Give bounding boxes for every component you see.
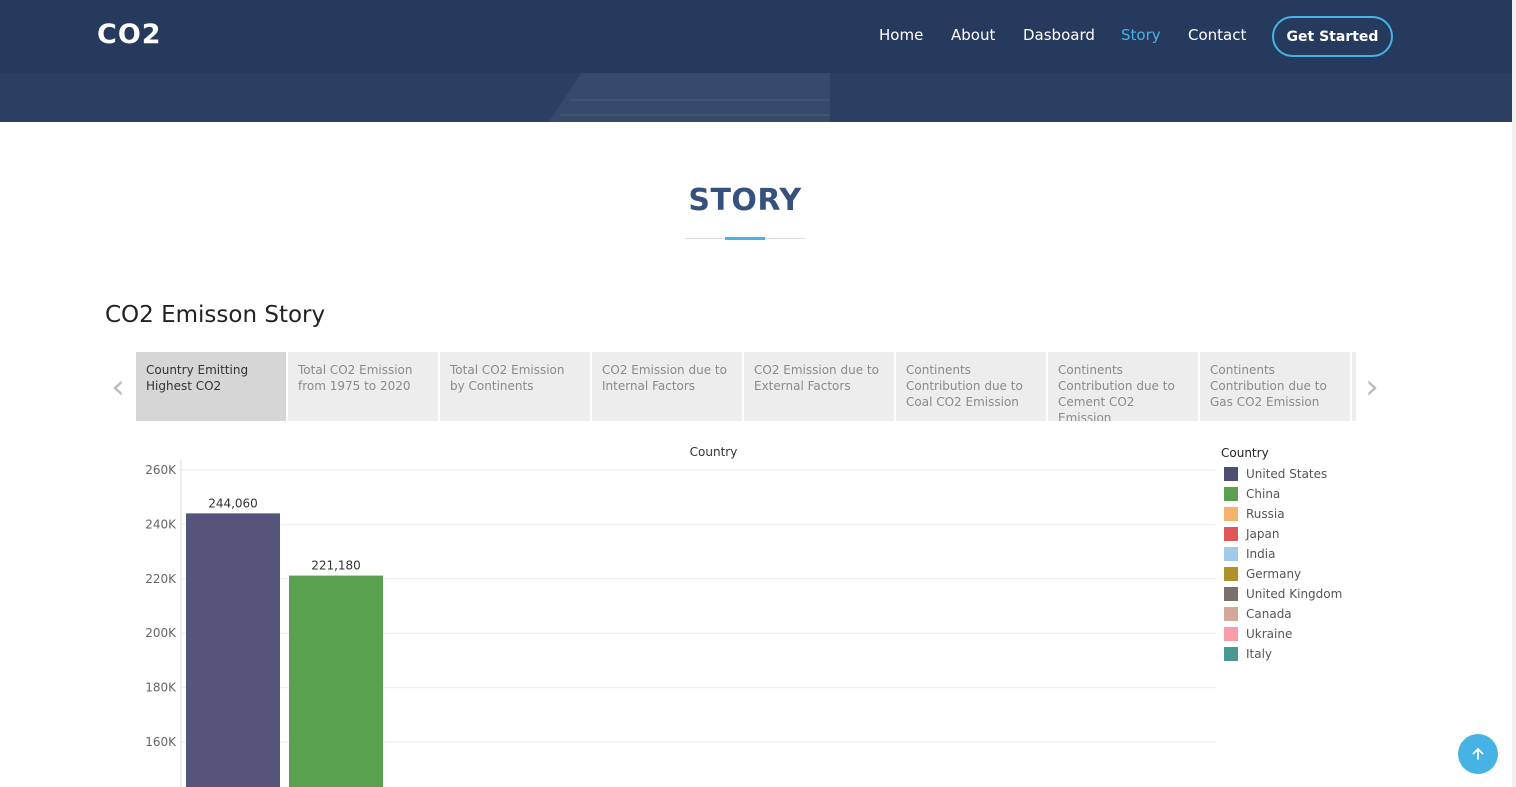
legend-swatch xyxy=(1224,547,1238,561)
story-tab[interactable]: CO2 Emission due to External Factors xyxy=(744,352,894,421)
legend-swatch xyxy=(1224,527,1238,541)
legend-item[interactable]: United States xyxy=(1221,464,1342,484)
legend-swatch xyxy=(1224,507,1238,521)
get-started-button[interactable]: Get Started xyxy=(1272,16,1393,57)
hero-header: CO2 Home About Dasboard Story Contact Ge… xyxy=(0,0,1516,122)
legend-swatch xyxy=(1224,487,1238,501)
y-tick-label: 160K xyxy=(145,735,177,749)
nav-story[interactable]: Story xyxy=(1121,26,1161,44)
legend-swatch xyxy=(1224,567,1238,581)
legend-item[interactable]: India xyxy=(1221,544,1342,564)
legend-label: Ukraine xyxy=(1246,627,1293,641)
legend-label: Canada xyxy=(1246,607,1292,621)
legend-item[interactable]: China xyxy=(1221,484,1342,504)
story-heading: CO2 Emisson Story xyxy=(105,302,326,328)
legend-swatch xyxy=(1224,607,1238,621)
chevron-left-icon[interactable]: ‹ xyxy=(108,370,128,404)
chart-title: Country xyxy=(690,445,738,459)
nav-contact[interactable]: Contact xyxy=(1188,26,1246,44)
legend-label: Italy xyxy=(1246,647,1273,661)
story-tab[interactable]: Total CO2 Emission by Continents xyxy=(440,352,590,421)
legend-label: United States xyxy=(1246,467,1328,481)
nav-home[interactable]: Home xyxy=(879,26,923,44)
story-tab[interactable]: Continents Contribution due to Cement CO… xyxy=(1048,352,1198,421)
section-title: STORY xyxy=(688,183,802,218)
bar-united-states xyxy=(186,513,280,787)
legend-item[interactable]: Japan xyxy=(1221,524,1342,544)
scroll-top-button[interactable] xyxy=(1458,734,1498,774)
story-tab[interactable]: Continents Contribution due to Gas CO2 E… xyxy=(1200,352,1350,421)
legend-item[interactable]: United Kingdom xyxy=(1221,584,1342,604)
legend-swatch xyxy=(1224,467,1238,481)
data-label: 244,060 xyxy=(208,496,258,510)
bar-china xyxy=(289,575,383,787)
story-tab[interactable]: Country Emitting Highest CO2 xyxy=(136,352,286,421)
legend-swatch xyxy=(1224,647,1238,661)
legend-title: Country xyxy=(1221,446,1269,460)
legend-label: Russia xyxy=(1246,507,1285,521)
legend-item[interactable]: Canada xyxy=(1221,604,1342,624)
chart-legend: Country United States China Russia Japan Ind… xyxy=(1221,446,1342,664)
legend-label: Japan xyxy=(1246,527,1280,541)
logo[interactable]: CO2 xyxy=(97,19,162,50)
story-tab-overflow xyxy=(1352,352,1356,421)
legend-item[interactable]: Russia xyxy=(1221,504,1342,524)
chevron-right-icon[interactable]: › xyxy=(1362,370,1382,404)
arrow-up-icon xyxy=(1472,747,1484,760)
legend-swatch xyxy=(1224,587,1238,601)
nav-dashboard[interactable]: Dasboard xyxy=(1023,26,1095,44)
page-scrollbar[interactable] xyxy=(1512,0,1516,787)
data-label: 221,180 xyxy=(311,559,361,573)
legend-items: United States China Russia Japan India German… xyxy=(1221,464,1342,664)
nav-about[interactable]: About xyxy=(951,26,995,44)
legend-label: India xyxy=(1246,547,1276,561)
story-tab[interactable]: Total CO2 Emission from 1975 to 2020 xyxy=(288,352,438,421)
title-divider-accent xyxy=(725,237,765,240)
y-tick-label: 180K xyxy=(145,681,177,695)
legend-label: United Kingdom xyxy=(1246,587,1343,601)
story-tab[interactable]: CO2 Emission due to Internal Factors xyxy=(592,352,742,421)
legend-label: China xyxy=(1246,487,1281,501)
legend-item[interactable]: Germany xyxy=(1221,564,1342,584)
y-tick-label: 200K xyxy=(145,626,177,640)
y-tick-label: 220K xyxy=(145,572,177,586)
story-tab[interactable]: Continents Contribution due to Coal CO2 … xyxy=(896,352,1046,421)
legend-label: Germany xyxy=(1246,567,1302,581)
bar-chart: Country 260K 240K 220K 200K 180K 160K 244,060 22… xyxy=(145,445,1216,787)
legend-item[interactable]: Ukraine xyxy=(1221,624,1342,644)
legend-swatch xyxy=(1224,627,1238,641)
y-tick-label: 260K xyxy=(145,463,177,477)
y-tick-label: 240K xyxy=(145,517,177,531)
legend-item[interactable]: Italy xyxy=(1221,644,1342,664)
